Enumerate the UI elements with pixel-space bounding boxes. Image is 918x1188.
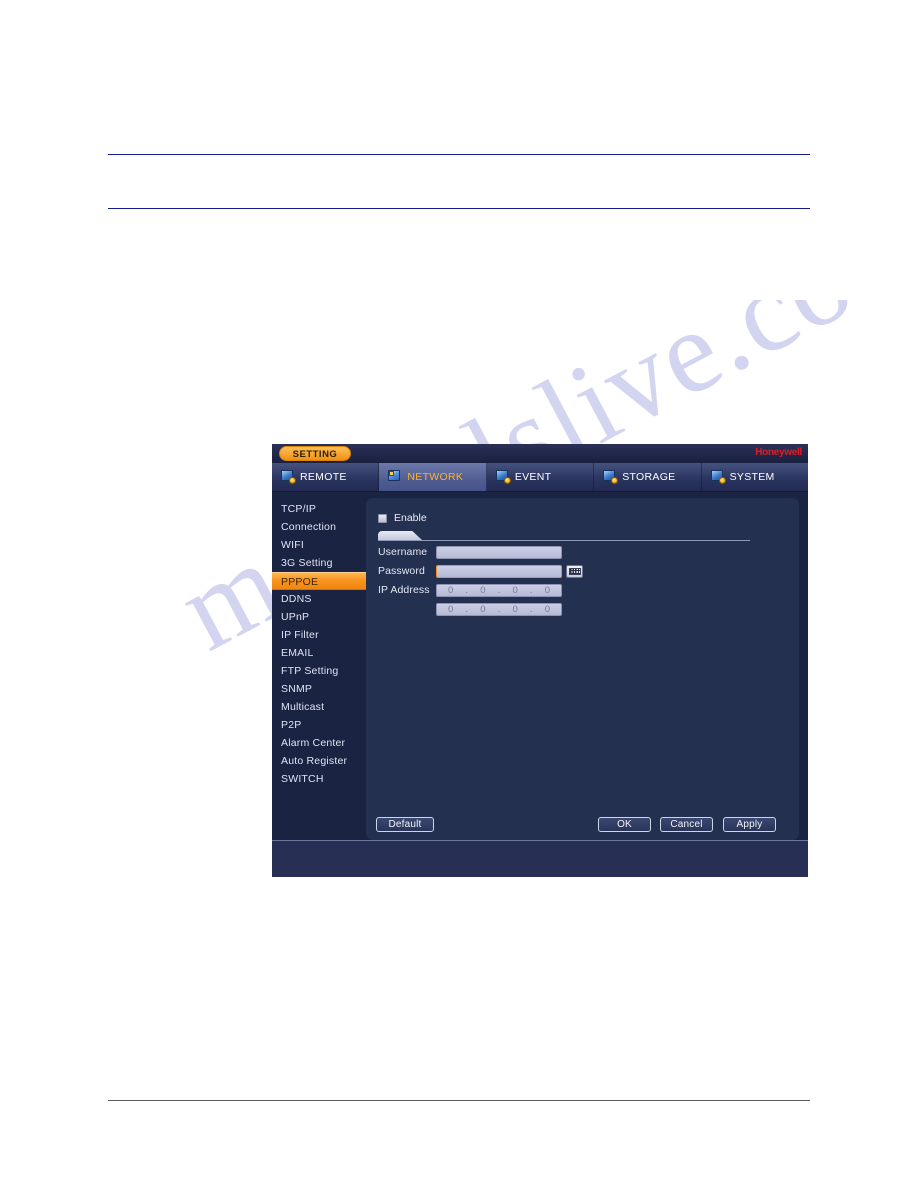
window-body: TCP/IP Connection WIFI 3G Setting PPPOE … (272, 492, 808, 840)
ip2-octet-4: 0 (544, 603, 551, 615)
username-label: Username (378, 546, 428, 558)
sidebar-item-email[interactable]: EMAIL (272, 644, 366, 662)
ip1-octet-4: 0 (544, 584, 551, 596)
apply-button[interactable]: Apply (723, 817, 776, 832)
honeywell-logo: Honeywell (755, 447, 802, 458)
ip2-octet-2: 0 (480, 603, 486, 615)
dvr-settings-window: SETTING Honeywell REMOTE NETWORK EVENT S… (272, 444, 808, 877)
sidebar-item-auto-register[interactable]: Auto Register (272, 752, 366, 770)
enable-checkbox[interactable] (378, 513, 387, 523)
tab-remote[interactable]: REMOTE (272, 463, 380, 491)
ip1-octet-1: 0 (447, 584, 454, 596)
sidebar-item-p2p[interactable]: P2P (272, 716, 366, 734)
password-label: Password (378, 565, 425, 577)
ip-address-label: IP Address (378, 584, 430, 596)
pppoe-settings-panel: Enable Username Password IP Address 0 . (366, 498, 799, 840)
window-footer-strip (272, 840, 808, 877)
sidebar-item-snmp[interactable]: SNMP (272, 680, 366, 698)
main-tab-strip: REMOTE NETWORK EVENT STORAGE SYSTEM (272, 463, 808, 492)
sidebar-item-connection[interactable]: Connection (272, 518, 366, 536)
tab-network-label: NETWORK (407, 471, 464, 483)
tab-storage[interactable]: STORAGE (594, 463, 702, 491)
ip2-octet-3: 0 (512, 603, 518, 615)
ip1-octet-3: 0 (512, 584, 518, 596)
tab-event-label: EVENT (514, 471, 552, 483)
section-divider (378, 531, 750, 541)
sidebar-item-pppoe[interactable]: PPPOE (272, 572, 366, 590)
username-row: Username (378, 545, 562, 559)
storage-icon (603, 470, 619, 484)
network-sidebar: TCP/IP Connection WIFI 3G Setting PPPOE … (272, 492, 366, 840)
page-rule-top (108, 154, 810, 155)
tab-system[interactable]: SYSTEM (702, 463, 808, 491)
sidebar-item-wifi[interactable]: WIFI (272, 536, 366, 554)
event-icon (495, 470, 511, 484)
password-input[interactable] (436, 564, 562, 578)
ip-address-row-2: 0 . 0 . 0 . 0 (378, 602, 562, 616)
sidebar-item-ftp-setting[interactable]: FTP Setting (272, 662, 366, 680)
ip-address-input-1[interactable]: 0 . 0 . 0 . 0 (436, 583, 562, 597)
username-input[interactable] (436, 545, 562, 559)
sidebar-item-switch[interactable]: SWITCH (272, 770, 366, 788)
password-row: Password (378, 564, 583, 578)
ip1-octet-2: 0 (480, 584, 486, 596)
tab-system-label: SYSTEM (729, 471, 775, 483)
keyboard-icon[interactable] (566, 564, 583, 578)
sidebar-item-3g-setting[interactable]: 3G Setting (272, 554, 366, 572)
cancel-button[interactable]: Cancel (660, 817, 713, 832)
page-footer-rule (108, 1100, 810, 1101)
tab-network[interactable]: NETWORK (379, 463, 487, 491)
page-rule-second (108, 208, 810, 209)
remote-icon (281, 470, 296, 484)
sidebar-item-ip-filter[interactable]: IP Filter (272, 626, 366, 644)
ip2-octet-1: 0 (447, 603, 454, 615)
system-icon (710, 470, 726, 484)
sidebar-item-alarm-center[interactable]: Alarm Center (272, 734, 366, 752)
tab-remote-label: REMOTE (300, 471, 347, 483)
ip-address-input-2[interactable]: 0 . 0 . 0 . 0 (436, 602, 562, 616)
ok-button[interactable]: OK (598, 817, 651, 832)
setting-badge[interactable]: SETTING (279, 446, 351, 461)
tab-storage-label: STORAGE (622, 471, 676, 483)
network-icon (388, 470, 403, 484)
tab-event[interactable]: EVENT (487, 463, 595, 491)
window-title-bar: SETTING Honeywell (272, 444, 808, 463)
sidebar-item-upnp[interactable]: UPnP (272, 608, 366, 626)
sidebar-item-multicast[interactable]: Multicast (272, 698, 366, 716)
default-button[interactable]: Default (376, 817, 434, 832)
sidebar-item-ddns[interactable]: DDNS (272, 590, 366, 608)
action-button-row: Default OK Cancel Apply (366, 817, 799, 832)
sidebar-item-tcpip[interactable]: TCP/IP (272, 500, 366, 518)
enable-row[interactable]: Enable (378, 512, 427, 524)
enable-label: Enable (394, 512, 427, 524)
ip-address-row-1: IP Address 0 . 0 . 0 . 0 (378, 583, 562, 597)
